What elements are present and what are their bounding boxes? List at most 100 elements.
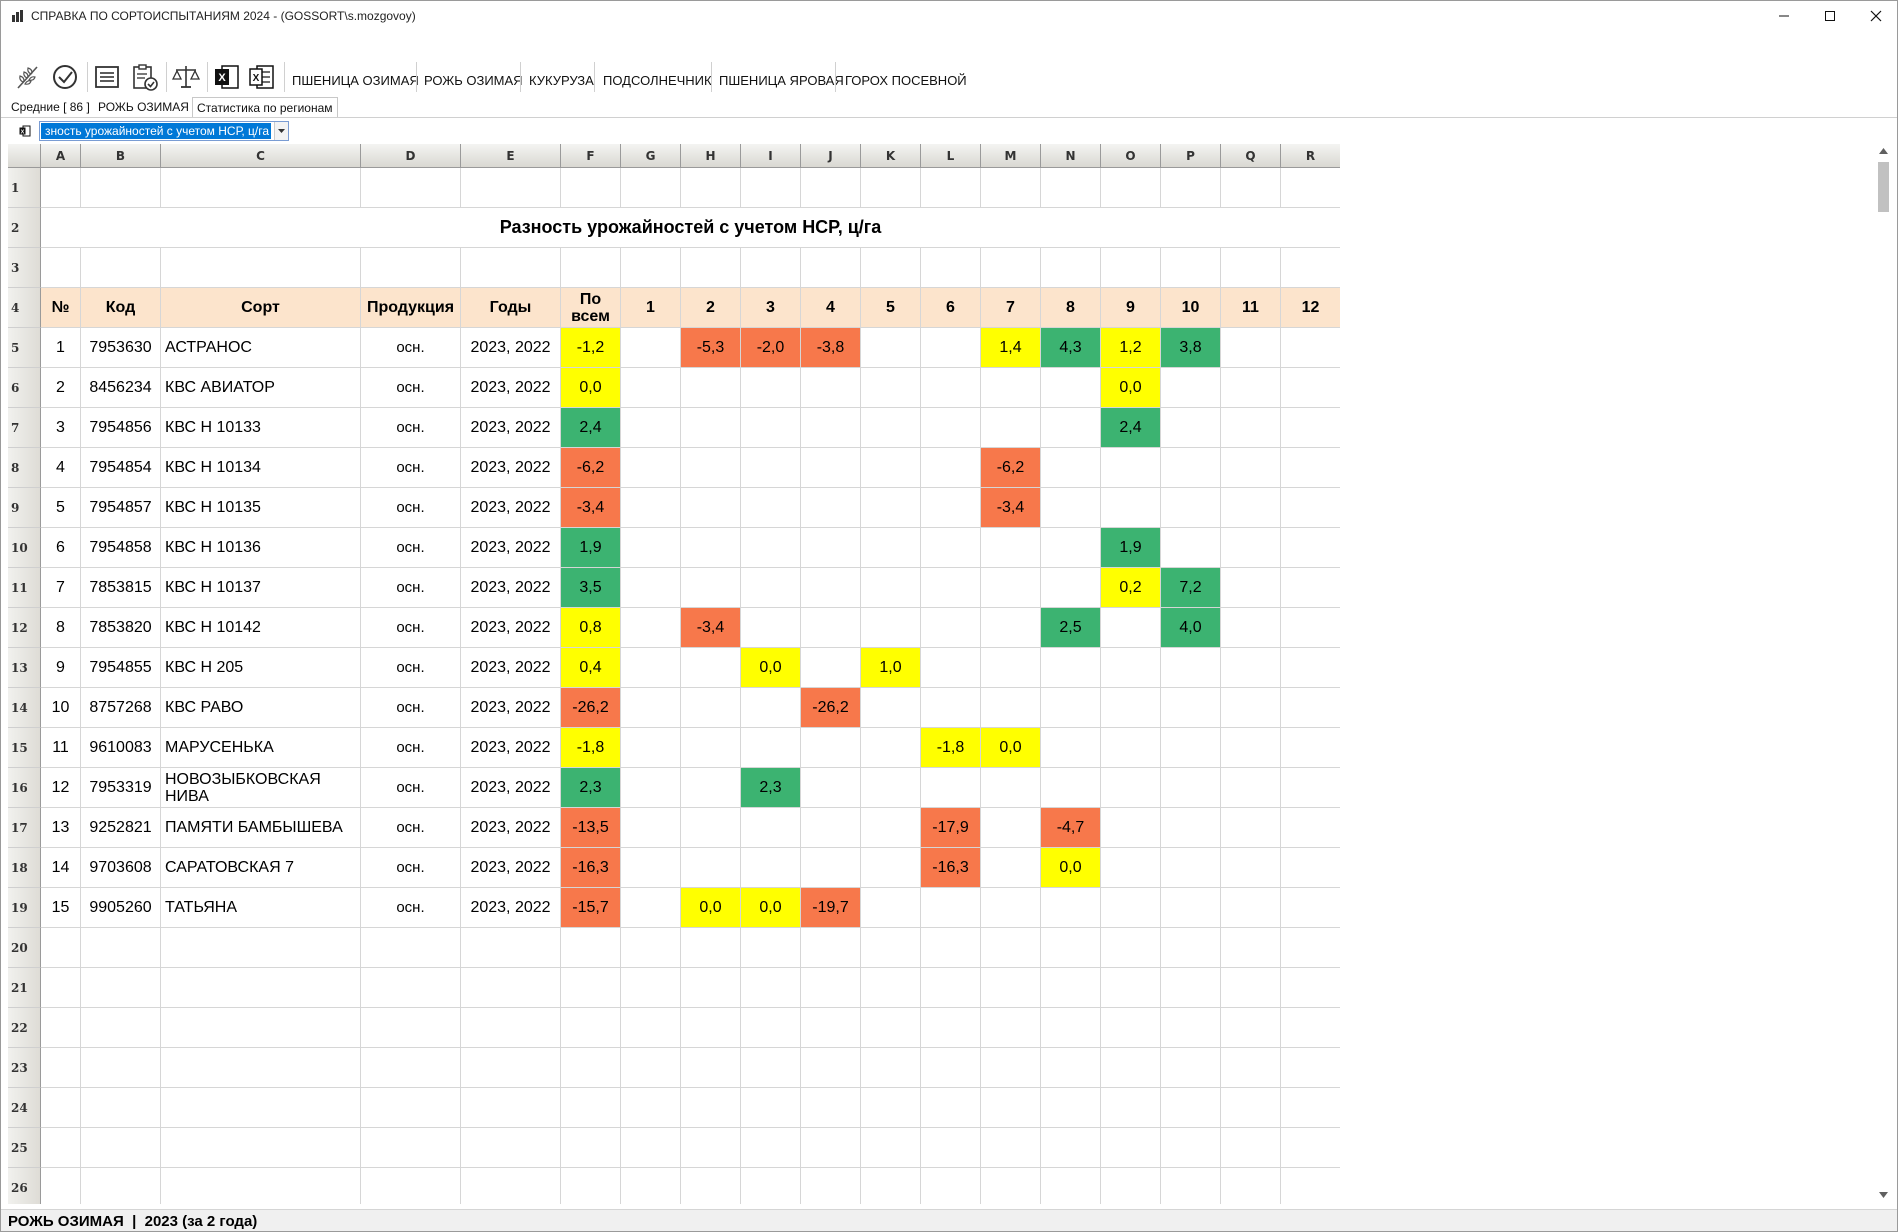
cell[interactable] bbox=[981, 928, 1041, 968]
region-cell[interactable] bbox=[681, 368, 741, 408]
cell[interactable] bbox=[621, 248, 681, 288]
cell[interactable] bbox=[981, 1048, 1041, 1088]
region-cell[interactable] bbox=[861, 368, 921, 408]
cell[interactable] bbox=[861, 1088, 921, 1128]
cell[interactable] bbox=[921, 968, 981, 1008]
cell[interactable] bbox=[681, 1088, 741, 1128]
cell[interactable] bbox=[801, 1008, 861, 1048]
region-cell[interactable] bbox=[1161, 728, 1221, 768]
cell[interactable] bbox=[621, 1008, 681, 1048]
cell[interactable] bbox=[1161, 968, 1221, 1008]
years-cell[interactable]: 2023, 2022 bbox=[461, 688, 561, 728]
column-header[interactable]: P bbox=[1161, 144, 1221, 168]
region-cell[interactable] bbox=[1041, 888, 1101, 928]
region-cell[interactable] bbox=[681, 848, 741, 888]
region-cell[interactable] bbox=[861, 848, 921, 888]
product-cell[interactable]: осн. bbox=[361, 728, 461, 768]
cell[interactable] bbox=[1281, 1168, 1340, 1204]
column-header[interactable]: R bbox=[1281, 144, 1340, 168]
region-cell[interactable] bbox=[1041, 688, 1101, 728]
cell[interactable] bbox=[621, 168, 681, 208]
region-cell[interactable] bbox=[1161, 808, 1221, 848]
cell[interactable] bbox=[1161, 1128, 1221, 1168]
row-number-cell[interactable]: 5 bbox=[41, 488, 81, 528]
cell[interactable] bbox=[1041, 248, 1101, 288]
cell[interactable] bbox=[1221, 248, 1281, 288]
code-cell[interactable]: 7953630 bbox=[81, 328, 161, 368]
region-cell[interactable] bbox=[1281, 528, 1340, 568]
select-all-corner[interactable] bbox=[8, 144, 41, 168]
cell[interactable] bbox=[801, 1088, 861, 1128]
years-cell[interactable]: 2023, 2022 bbox=[461, 888, 561, 928]
cell[interactable] bbox=[461, 1128, 561, 1168]
region-cell[interactable]: 7,2 bbox=[1161, 568, 1221, 608]
product-cell[interactable]: осн. bbox=[361, 768, 461, 808]
cell[interactable] bbox=[621, 1088, 681, 1128]
maximize-button[interactable] bbox=[1807, 1, 1853, 31]
sheet-title[interactable]: Разность урожайностей с учетом НСР, ц/га bbox=[41, 208, 1340, 248]
variety-cell[interactable]: КВС Н 10136 bbox=[161, 528, 361, 568]
cell[interactable] bbox=[361, 1008, 461, 1048]
region-cell[interactable] bbox=[741, 688, 801, 728]
cell[interactable] bbox=[1101, 968, 1161, 1008]
region-cell[interactable] bbox=[981, 408, 1041, 448]
table-header-cell[interactable]: 4 bbox=[801, 288, 861, 328]
all-regions-cell[interactable]: -1,2 bbox=[561, 328, 621, 368]
product-cell[interactable]: осн. bbox=[361, 688, 461, 728]
region-cell[interactable]: 1,0 bbox=[861, 648, 921, 688]
row-header[interactable]: 4 bbox=[8, 288, 41, 328]
scrollbar-thumb[interactable] bbox=[1878, 162, 1889, 212]
region-cell[interactable] bbox=[1101, 488, 1161, 528]
column-header[interactable]: K bbox=[861, 144, 921, 168]
region-cell[interactable]: 0,0 bbox=[1101, 368, 1161, 408]
cell[interactable] bbox=[161, 1168, 361, 1204]
region-cell[interactable]: -3,4 bbox=[981, 488, 1041, 528]
column-header[interactable]: A bbox=[41, 144, 81, 168]
code-cell[interactable]: 7954854 bbox=[81, 448, 161, 488]
cell[interactable] bbox=[1281, 928, 1340, 968]
column-header[interactable]: O bbox=[1101, 144, 1161, 168]
cell[interactable] bbox=[1281, 168, 1340, 208]
region-cell[interactable] bbox=[1281, 568, 1340, 608]
cell[interactable] bbox=[1161, 168, 1221, 208]
cell[interactable] bbox=[741, 168, 801, 208]
cell[interactable] bbox=[361, 1168, 461, 1204]
cell[interactable] bbox=[621, 1048, 681, 1088]
cell[interactable] bbox=[681, 968, 741, 1008]
region-cell[interactable] bbox=[921, 608, 981, 648]
cell[interactable] bbox=[1161, 928, 1221, 968]
variety-cell[interactable]: КВС АВИАТОР bbox=[161, 368, 361, 408]
region-cell[interactable] bbox=[801, 848, 861, 888]
table-header-cell[interactable]: 10 bbox=[1161, 288, 1221, 328]
row-header[interactable]: 3 bbox=[8, 248, 41, 288]
cell[interactable] bbox=[1101, 1168, 1161, 1204]
table-header-cell[interactable]: Код bbox=[81, 288, 161, 328]
cell[interactable] bbox=[41, 928, 81, 968]
variety-cell[interactable]: КВС РАВО bbox=[161, 688, 361, 728]
region-cell[interactable] bbox=[741, 368, 801, 408]
product-cell[interactable]: осн. bbox=[361, 488, 461, 528]
cell[interactable] bbox=[161, 1128, 361, 1168]
row-header[interactable]: 9 bbox=[8, 488, 41, 528]
cell[interactable] bbox=[921, 1048, 981, 1088]
region-cell[interactable] bbox=[741, 608, 801, 648]
row-header[interactable]: 10 bbox=[8, 528, 41, 568]
region-cell[interactable] bbox=[741, 568, 801, 608]
region-cell[interactable] bbox=[1221, 448, 1281, 488]
code-cell[interactable]: 9252821 bbox=[81, 808, 161, 848]
cell[interactable] bbox=[361, 928, 461, 968]
region-cell[interactable] bbox=[801, 728, 861, 768]
region-cell[interactable] bbox=[1041, 648, 1101, 688]
region-cell[interactable] bbox=[621, 688, 681, 728]
row-number-cell[interactable]: 9 bbox=[41, 648, 81, 688]
cell[interactable] bbox=[921, 1128, 981, 1168]
region-cell[interactable]: 2,5 bbox=[1041, 608, 1101, 648]
row-header[interactable]: 12 bbox=[8, 608, 41, 648]
scroll-down-icon[interactable] bbox=[1879, 1192, 1888, 1198]
region-cell[interactable]: 0,0 bbox=[981, 728, 1041, 768]
cell[interactable] bbox=[801, 968, 861, 1008]
cell[interactable] bbox=[561, 1128, 621, 1168]
variety-cell[interactable]: КВС Н 10142 bbox=[161, 608, 361, 648]
row-header[interactable]: 11 bbox=[8, 568, 41, 608]
region-cell[interactable] bbox=[621, 888, 681, 928]
